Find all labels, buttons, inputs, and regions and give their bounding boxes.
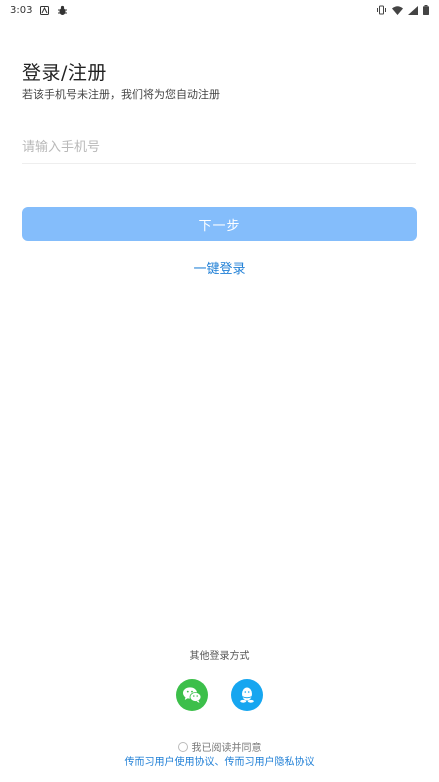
status-bar-left: 3:03 <box>0 5 68 16</box>
agreement-consent-row: 我已阅读并同意 <box>0 739 439 754</box>
wifi-icon <box>392 5 403 15</box>
status-time: 3:03 <box>10 4 33 16</box>
agreement-links: 传而习用户使用协议、传而习用户隐私协议 <box>0 753 439 768</box>
privacy-agreement-link[interactable]: 传而习用户隐私协议 <box>225 757 315 768</box>
page-title: 登录/注册 <box>22 62 107 84</box>
signal-icon <box>408 5 418 15</box>
one-click-login-link[interactable]: 一键登录 <box>0 258 439 277</box>
notification-app-icon <box>40 5 50 15</box>
status-bar: 3:03 <box>0 0 439 20</box>
next-step-button[interactable]: 下一步 <box>22 207 417 241</box>
status-bar-right <box>376 5 439 15</box>
wechat-icon <box>183 687 202 703</box>
login-screen: 3:03 登录/注册 若该手机号未注册，我们将为您自动注册 请输入手机号 下一步… <box>0 0 439 782</box>
vibrate-icon <box>376 5 387 15</box>
qq-login-button[interactable] <box>231 679 263 711</box>
agreement-checkbox[interactable] <box>177 741 188 752</box>
wechat-login-button[interactable] <box>176 679 208 711</box>
battery-icon <box>423 5 429 15</box>
user-agreement-link[interactable]: 传而习用户使用协议 <box>125 757 215 768</box>
agreement-prefix-text: 我已阅读并同意 <box>191 743 262 754</box>
qq-icon <box>240 687 254 703</box>
phone-number-input[interactable] <box>22 131 416 164</box>
agreement-separator: 、 <box>214 757 225 768</box>
page-subtitle: 若该手机号未注册，我们将为您自动注册 <box>22 88 220 101</box>
other-login-methods-label: 其他登录方式 <box>189 651 250 662</box>
bug-icon <box>57 5 68 16</box>
